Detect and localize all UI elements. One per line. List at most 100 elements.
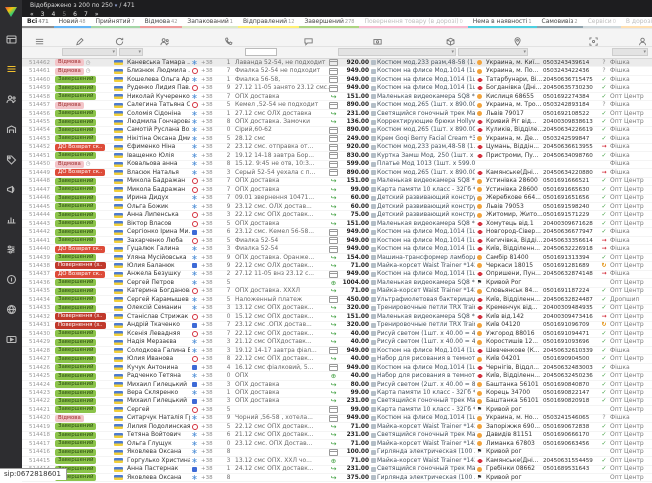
status-pill[interactable]: Повернення (з.. <box>55 262 106 269</box>
order-row[interactable]: 514447ЗавершенийМикола Бадражан+387ОПХ д… <box>22 186 652 194</box>
tracking-number[interactable]: 20450633356614 <box>543 237 600 245</box>
sidebar-products-icon[interactable] <box>0 144 22 174</box>
status-pill[interactable]: Відмова <box>55 59 84 66</box>
tracking-number[interactable]: 0501691187224 <box>543 287 600 295</box>
tab-all[interactable]: Всі471 <box>22 17 54 28</box>
order-row[interactable]: 514426ЗавершенийКучук Антонина+38416.12 … <box>22 364 652 372</box>
order-row[interactable]: 514452ДО Возврат ск..Єфименко Ніна∗+3822… <box>22 144 652 152</box>
order-row[interactable]: 514438Повернення (з..Юлия Баланюк+38922.… <box>22 262 652 270</box>
status-pill[interactable]: Відмова <box>55 161 84 168</box>
order-row[interactable]: 514417ЗавершенийОльга Глущук∗+38023.12 с… <box>22 440 652 448</box>
order-row[interactable]: 514433ЗавершенийОлексій Семанин∗+38313.1… <box>22 305 652 313</box>
order-row[interactable]: 514441ЗавершенийЗахарченко Люба+385Фиалк… <box>22 237 652 245</box>
sidebar-company-icon[interactable] <box>0 114 22 144</box>
tab-status-5[interactable]: Відправлений12 <box>238 17 300 28</box>
order-row[interactable]: 514450Відмова◷Ковальова анна∗+38815.12. … <box>22 161 652 169</box>
tracking-number[interactable]: 0501691281689 <box>543 262 600 270</box>
order-row[interactable]: 514414ЗавершенийАнна Пастернак+38124.12 … <box>22 466 652 474</box>
tracking-number[interactable]: 0501690666170 <box>543 431 600 439</box>
page-size-caret-icon[interactable]: ▾ <box>115 3 118 9</box>
tracking-number[interactable]: 20450632483003 <box>543 364 600 372</box>
status-pill[interactable]: ДО Возврат ск.. <box>55 169 105 176</box>
status-pill[interactable]: ДО Возврат ск.. <box>55 271 105 278</box>
status-pill[interactable]: Завершений <box>55 406 96 413</box>
status-pill[interactable]: Відмова <box>55 102 84 109</box>
filter-dropdown-0[interactable]: ▾ <box>62 48 117 56</box>
sidebar-tutorials-icon[interactable] <box>0 324 22 354</box>
status-pill[interactable]: Завершений <box>55 186 96 193</box>
status-pill[interactable]: Повернення (з.. <box>55 313 106 320</box>
tracking-number[interactable]: 20450632824487 <box>543 296 600 304</box>
sidebar-contacts-icon[interactable] <box>0 84 22 114</box>
status-pill[interactable]: Завершений <box>55 390 96 397</box>
tracking-number[interactable]: 20450631554459 <box>543 457 600 465</box>
sidebar-partners-icon[interactable] <box>0 294 22 324</box>
status-pill[interactable]: Завершений <box>55 457 96 464</box>
order-row[interactable]: 514459ЗавершенийРуденко Лидия Пав...+389… <box>22 84 652 92</box>
status-pill[interactable]: Завершений <box>55 152 96 159</box>
filter-dropdown-3[interactable]: ▾ <box>338 48 456 56</box>
status-pill[interactable]: Завершений <box>55 339 96 346</box>
status-pill[interactable]: Завершений <box>55 449 96 456</box>
tracking-number[interactable]: 0501691094471 <box>543 330 600 338</box>
order-row[interactable]: 514429ЗавершенийНадія Мерзаєва∗+38321.12… <box>22 338 652 346</box>
tracking-number[interactable]: 20450635730230 <box>543 84 600 92</box>
tracking-number[interactable]: 20450632610339 <box>543 347 600 355</box>
tab-status-2[interactable]: Прийнятий7 <box>91 17 140 28</box>
tracking-number[interactable]: 20400309838613 <box>543 118 600 126</box>
tracking-number[interactable]: 20400309671628 <box>543 220 600 228</box>
order-row[interactable]: 514415ЗавершенийГоргулько Христина...∗+3… <box>22 457 652 465</box>
filter-dropdown-1[interactable]: ▾ <box>119 48 143 56</box>
tracking-number[interactable]: 20450634226619 <box>543 126 600 134</box>
order-row[interactable]: 514428ЗавершенийСолодкова Галина В...∗+3… <box>22 347 652 355</box>
tracking-number[interactable]: 0501689531643 <box>543 465 600 473</box>
sidebar-settings-icon[interactable] <box>0 234 22 264</box>
status-pill[interactable]: Завершений <box>55 279 96 286</box>
status-pill[interactable]: Завершений <box>55 178 96 185</box>
status-pill[interactable]: Завершений <box>55 110 96 117</box>
tracking-number[interactable]: 20450632450236 <box>543 372 600 380</box>
tab-status-1[interactable]: Новий48 <box>54 17 91 28</box>
sidebar-orders-icon[interactable] <box>0 54 22 84</box>
tab-status-6[interactable]: Завершений278 <box>299 17 359 28</box>
status-pill[interactable]: Відмова <box>55 415 84 422</box>
filter-dropdown-4[interactable]: ▾ <box>458 48 528 56</box>
order-row[interactable]: 514444ЗавершенийАнна Липенська+38322.12 … <box>22 211 652 219</box>
order-row[interactable]: 514434ЗавершенийСергей Карамышев∗+385Нал… <box>22 296 652 304</box>
order-row[interactable]: 514425ЗавершенийРадченко Тетяна∗+380ОПХ⊕… <box>22 372 652 380</box>
status-pill[interactable]: Завершений <box>55 76 96 83</box>
status-pill[interactable]: Завершений <box>55 373 96 380</box>
status-pill[interactable]: Завершений <box>55 119 96 126</box>
order-row[interactable]: 514420ВідмоваСитарчук Наталія Гр...∗+389… <box>22 415 652 423</box>
status-pill[interactable]: Завершений <box>55 220 96 227</box>
tracking-number[interactable]: 0501690840870 <box>543 381 600 389</box>
tab-status-8[interactable]: Нема в наявності1 <box>468 17 537 28</box>
status-pill[interactable]: Завершений <box>55 347 96 354</box>
status-pill[interactable]: ДО Возврат ск.. <box>55 144 105 151</box>
order-row[interactable]: 514424ЗавершенийМихаил Гилецький+383ОПХ … <box>22 381 652 389</box>
order-row[interactable]: 514416ЗавершенийЯковлева Оксана∗+388100.… <box>22 449 652 457</box>
order-row[interactable]: 514461Відмова◷Близнюк Людмила ...+387Фиа… <box>22 67 652 75</box>
tab-status-9[interactable]: Самовивіз2 <box>537 17 583 28</box>
tracking-number[interactable]: 0501691666521 <box>543 177 600 185</box>
tracking-number[interactable]: 20450636715475 <box>543 76 600 84</box>
order-row[interactable]: 514418ЗавершенийТетяна Войтович∗+38621.1… <box>22 432 652 440</box>
status-pill[interactable]: Завершений <box>55 237 96 244</box>
tracking-number[interactable]: 0501692274384 <box>543 93 600 101</box>
order-row[interactable]: 514454ЗавершенийСамотій Руслана Во...∗+3… <box>22 127 652 135</box>
order-row[interactable]: 514443ЗавершенийВіктор Власов+385ОПХ дос… <box>22 220 652 228</box>
tracking-number[interactable]: 20400309473416 <box>543 313 600 321</box>
status-pill[interactable]: Завершений <box>55 305 96 312</box>
tracking-number[interactable]: 0501690663456 <box>543 440 600 448</box>
order-row[interactable]: 514422ЗавершенийМихаил Гилецький+383ОПХ … <box>22 398 652 406</box>
tracking-number[interactable]: 20450636677947 <box>543 228 600 236</box>
order-row[interactable]: 514453ЗавершенийНікітіна Оксана Дми...∗+… <box>22 135 652 143</box>
tracking-number[interactable]: 0503242893184 <box>543 101 600 109</box>
order-row[interactable]: 514457ВідмоваСалегина Татьяна С...+385Ке… <box>22 101 652 109</box>
tracking-number[interactable]: 20450634098760 <box>543 152 600 160</box>
status-pill[interactable]: Завершений <box>55 440 96 447</box>
tab-status-10[interactable]: Сервіси0 <box>583 17 621 28</box>
tracking-number[interactable]: 20450632874148 <box>543 270 600 278</box>
tracking-number[interactable]: 20450632226918 <box>543 245 600 253</box>
tracking-number[interactable]: 0501691651656 <box>543 194 600 202</box>
